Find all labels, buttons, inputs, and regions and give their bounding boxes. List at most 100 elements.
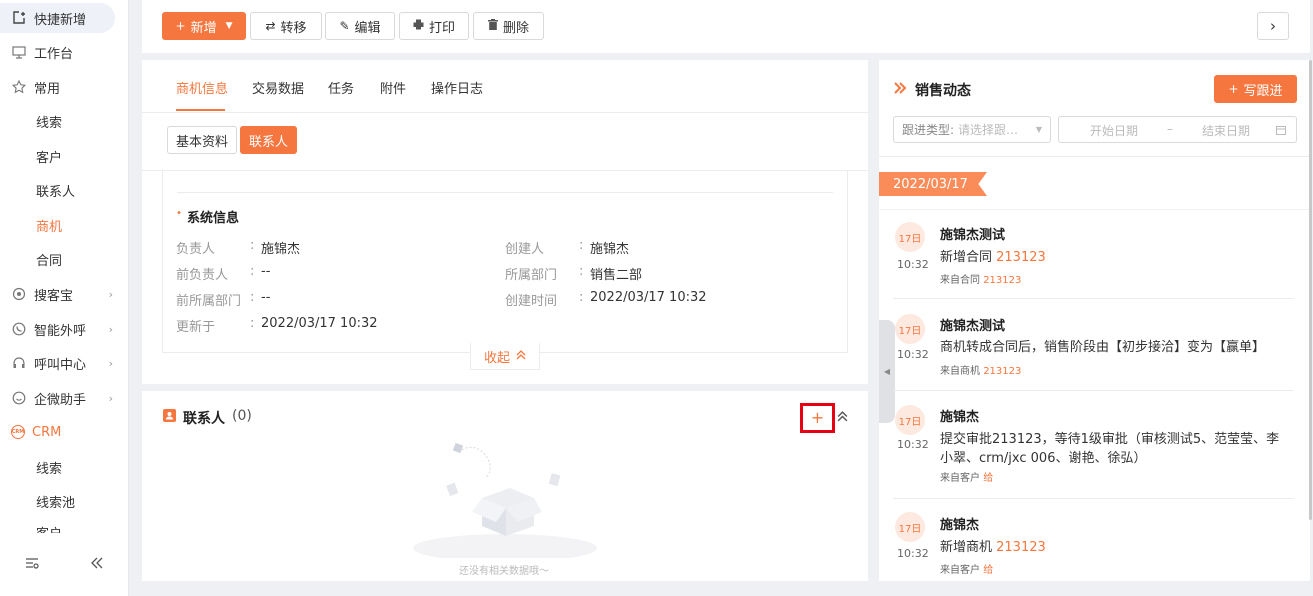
feed-text: 商机转成合同后，销售阶段由【初步接洽】变为【赢单】 <box>940 338 1265 357</box>
collapse-button[interactable]: 收起 <box>470 343 540 370</box>
date-separator: – <box>1167 122 1173 136</box>
menu-settings-icon[interactable] <box>25 555 39 574</box>
date-ribbon: 2022/03/17 <box>879 172 987 196</box>
field-colon: : <box>579 290 584 305</box>
feed-source-link[interactable]: 给 <box>983 473 993 484</box>
add-contact-button[interactable]: + <box>800 403 835 433</box>
sidebar-item-smart-call[interactable]: 智能外呼 › <box>0 314 129 344</box>
field-colon: : <box>250 316 255 331</box>
sidebar-item-customers[interactable]: 客户 <box>0 141 129 171</box>
tab-attachments[interactable]: 附件 <box>380 78 406 97</box>
feed-source-label: 来自客户 <box>940 473 984 484</box>
field-value: 2022/03/17 10:32 <box>261 316 378 331</box>
sidebar-item-call-center[interactable]: 呼叫中心 › <box>0 348 129 378</box>
double-chevron-up-icon[interactable] <box>837 411 848 426</box>
feed-source-label: 来自合同 <box>940 275 984 286</box>
sidebar-footer <box>0 555 129 574</box>
feed-day-badge: 17日 <box>895 405 925 435</box>
feed-time: 10:32 <box>897 547 929 560</box>
chevron-right-icon: › <box>108 287 113 301</box>
sales-divider <box>879 156 1310 157</box>
field-value: -- <box>261 264 271 279</box>
feed-text-link[interactable]: 213123 <box>996 540 1046 555</box>
chevron-right-icon: › <box>108 322 113 336</box>
sidebar-item-crm-customers[interactable]: 客户 <box>0 521 129 533</box>
trash-icon <box>487 19 498 33</box>
active-tab-indicator <box>176 109 225 111</box>
caret-left-icon: ◀ <box>883 367 891 376</box>
field-value: -- <box>261 290 271 305</box>
sidebar-item-crm-lead-pool[interactable]: 线索池 <box>0 486 129 516</box>
tab-transaction-data[interactable]: 交易数据 <box>252 78 304 97</box>
sidebar-item-contract[interactable]: 合同 <box>0 244 129 274</box>
date-range-picker[interactable]: 开始日期 – 结束日期 <box>1058 116 1297 143</box>
feed-source: 来自商机 213123 <box>940 362 1021 377</box>
scrollbar-thumb[interactable] <box>1309 60 1312 520</box>
sidebar-item-label: 线索 <box>36 461 63 477</box>
section-divider <box>177 192 833 193</box>
subtab-contacts[interactable]: 联系人 <box>240 126 297 154</box>
start-date[interactable]: 开始日期 <box>1090 122 1138 139</box>
filter-placeholder: 请选择跟… <box>958 123 1019 137</box>
feed-source-link[interactable]: 213123 <box>983 366 1021 377</box>
sidebar-item-wecom-helper[interactable]: 企微助手 › <box>0 383 129 413</box>
add-box-icon <box>11 10 27 26</box>
panel-collapse-handle[interactable]: ◀ <box>879 320 895 423</box>
feed-source-link[interactable]: 213123 <box>983 275 1021 286</box>
subtab-basic-info[interactable]: 基本资料 <box>167 126 237 154</box>
sidebar-item-crm[interactable]: CRM CRM <box>0 417 129 447</box>
chevron-right-icon: › <box>1270 17 1276 35</box>
sidebar-item-crm-leads[interactable]: 线索 <box>0 452 129 482</box>
feed-source-link[interactable]: 给 <box>983 565 993 576</box>
sidebar-item-leads[interactable]: 线索 <box>0 106 129 136</box>
next-button[interactable]: › <box>1257 12 1289 40</box>
tab-tasks[interactable]: 任务 <box>328 78 354 97</box>
write-followup-label: 写跟进 <box>1243 83 1283 99</box>
sidebar-item-quick-add[interactable]: 快捷新增 <box>0 3 115 33</box>
search-treasure-icon <box>11 286 27 302</box>
feed-title: 施锦杰 <box>940 410 980 425</box>
print-button[interactable]: 打印 <box>399 12 469 40</box>
field-label: 负责人 <box>176 242 216 257</box>
followup-type-select[interactable]: 跟进类型: 请选择跟… ▼ <box>893 116 1051 143</box>
feed-day-badge: 17日 <box>895 314 925 344</box>
pencil-icon: ✎ <box>339 19 350 33</box>
field-colon: : <box>250 238 255 253</box>
sidebar-item-label: 工作台 <box>34 46 74 62</box>
feed-text-content: 提交审批213123，等待1级审批（审核测试5、范莹莹、李小翠、crm/jxc … <box>940 432 1280 466</box>
collapse-sidebar-icon[interactable] <box>90 555 104 574</box>
delete-button[interactable]: 删除 <box>473 12 544 40</box>
end-date[interactable]: 结束日期 <box>1202 122 1250 139</box>
feed-text-content: 商机转成合同后，销售阶段由【初步接洽】变为【赢单】 <box>940 340 1266 355</box>
printer-icon <box>413 19 424 33</box>
phone-icon <box>11 321 27 337</box>
contacts-count: (0) <box>232 408 252 424</box>
feed-divider <box>893 390 1293 391</box>
field-label: 前所属部门 <box>176 294 242 309</box>
new-button[interactable]: + 新增 ▼ <box>162 12 246 40</box>
activity-logo-icon <box>893 81 907 99</box>
contacts-title: 联系人 <box>183 411 225 427</box>
swap-icon: ⇄ <box>265 19 276 33</box>
sidebar-item-label: 呼叫中心 <box>34 357 87 373</box>
feed-text-link[interactable]: 213123 <box>996 250 1046 265</box>
monitor-icon <box>11 44 27 60</box>
tab-opportunity-info[interactable]: 商机信息 <box>176 78 228 97</box>
system-info-title: 系统信息 <box>187 211 240 226</box>
field-value: 施锦杰 <box>590 242 630 257</box>
sidebar-item-opportunity[interactable]: 商机 <box>0 210 129 240</box>
sidebar-item-workbench[interactable]: 工作台 <box>0 37 129 67</box>
feed-source-label: 来自商机 <box>940 366 984 377</box>
crm-icon: CRM <box>11 425 25 439</box>
transfer-button[interactable]: ⇄ 转移 <box>250 12 322 40</box>
edit-button[interactable]: ✎ 编辑 <box>325 12 395 40</box>
sidebar-item-common[interactable]: 常用 <box>0 72 129 102</box>
bullet-dot: • <box>176 208 182 219</box>
feed-source: 来自客户 给 <box>940 561 993 576</box>
feed-source: 来自客户 给 <box>940 469 993 484</box>
sidebar-item-contacts[interactable]: 联系人 <box>0 175 129 205</box>
tab-operation-log[interactable]: 操作日志 <box>431 78 483 97</box>
sidebar-item-soukebao[interactable]: 搜客宝 › <box>0 279 129 309</box>
write-followup-button[interactable]: + 写跟进 <box>1214 75 1297 103</box>
sales-title: 销售动态 <box>915 83 971 99</box>
